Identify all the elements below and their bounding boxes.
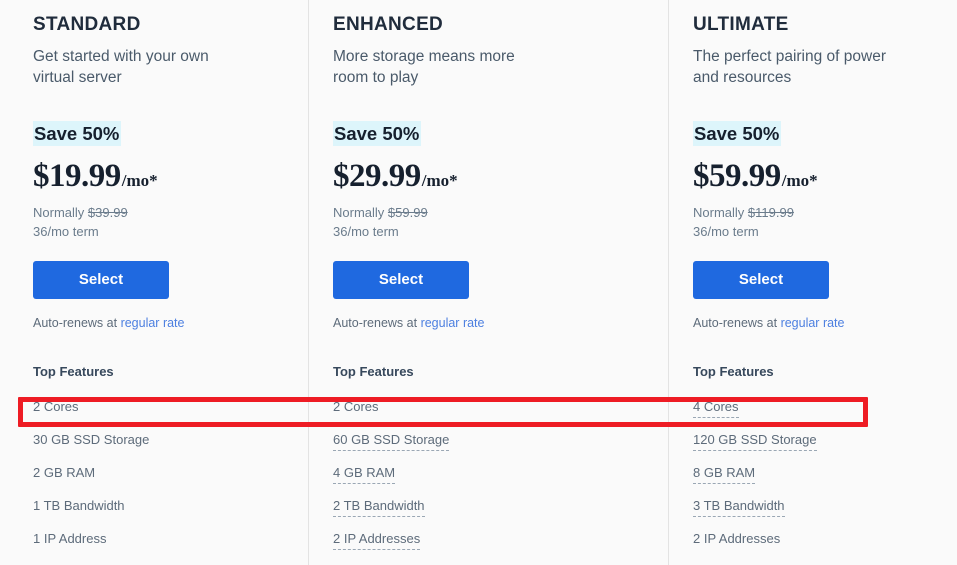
- regular-rate-link[interactable]: regular rate: [781, 316, 845, 330]
- list-item: 2 Cores: [33, 399, 294, 432]
- regular-rate-link[interactable]: regular rate: [121, 316, 185, 330]
- autorenew-note: Auto-renews at regular rate: [33, 315, 294, 332]
- plan-card-enhanced: ENHANCED More storage means more room to…: [308, 0, 668, 565]
- plan-tagline: Get started with your own virtual server: [33, 46, 233, 88]
- normally-label: Normally: [333, 205, 384, 220]
- feature-label[interactable]: 8 GB RAM: [693, 465, 755, 484]
- features-heading: Top Features: [33, 364, 294, 380]
- select-button[interactable]: Select: [33, 261, 169, 299]
- save-badge: Save 50%: [33, 121, 121, 146]
- list-item: 3 TB Bandwidth: [693, 498, 943, 531]
- list-item: 2 Cores: [333, 399, 654, 432]
- price-amount: $29.99: [333, 158, 421, 195]
- normally-price: $59.99: [388, 205, 428, 220]
- plan-tagline: More storage means more room to play: [333, 46, 533, 88]
- normally-label: Normally: [33, 205, 84, 220]
- list-item: 2 IP Addresses: [693, 531, 943, 564]
- price-period: /mo*: [122, 171, 158, 191]
- feature-list: 2 Cores 60 GB SSD Storage 4 GB RAM 2 TB …: [333, 399, 654, 564]
- list-item: 1 TB Bandwidth: [33, 498, 294, 531]
- price-period: /mo*: [422, 171, 458, 191]
- feature-label[interactable]: 4 Cores: [693, 399, 739, 418]
- save-badge-row: Save 50%: [693, 121, 943, 147]
- feature-label: 2 IP Addresses: [693, 531, 780, 547]
- save-badge-row: Save 50%: [333, 121, 654, 147]
- normally-price: $119.99: [748, 205, 794, 220]
- features-heading: Top Features: [333, 364, 654, 380]
- plan-title: STANDARD: [33, 14, 294, 37]
- plan-title: ULTIMATE: [693, 14, 943, 37]
- price-term: 36/mo term: [33, 222, 294, 241]
- plan-title: ENHANCED: [333, 14, 654, 37]
- normally-price: $39.99: [88, 205, 128, 220]
- features-section: Top Features 4 Cores 120 GB SSD Storage …: [693, 364, 943, 564]
- features-heading: Top Features: [693, 364, 943, 380]
- feature-label: 2 Cores: [33, 399, 79, 415]
- pricing-table: STANDARD Get started with your own virtu…: [0, 0, 957, 565]
- price-term: 36/mo term: [693, 222, 943, 241]
- features-section: Top Features 2 Cores 60 GB SSD Storage 4…: [333, 364, 654, 564]
- feature-label: 2 GB RAM: [33, 465, 95, 481]
- plan-card-ultimate: ULTIMATE The perfect pairing of power an…: [668, 0, 957, 565]
- autorenew-note: Auto-renews at regular rate: [333, 315, 654, 332]
- list-item: 2 TB Bandwidth: [333, 498, 654, 531]
- price-period: /mo*: [782, 171, 818, 191]
- feature-list: 2 Cores 30 GB SSD Storage 2 GB RAM 1 TB …: [33, 399, 294, 564]
- feature-label[interactable]: 60 GB SSD Storage: [333, 432, 449, 451]
- list-item: 4 Cores: [693, 399, 943, 432]
- price-term: 36/mo term: [333, 222, 654, 241]
- price-row: $19.99 /mo*: [33, 158, 294, 195]
- feature-label: 1 TB Bandwidth: [33, 498, 125, 514]
- feature-label[interactable]: 2 IP Addresses: [333, 531, 420, 550]
- save-badge: Save 50%: [693, 121, 781, 146]
- list-item: 1 IP Address: [33, 531, 294, 564]
- select-button[interactable]: Select: [333, 261, 469, 299]
- feature-label: 1 IP Address: [33, 531, 106, 547]
- plan-tagline: The perfect pairing of power and resourc…: [693, 46, 903, 88]
- autorenew-prefix: Auto-renews at: [333, 316, 417, 330]
- autorenew-note: Auto-renews at regular rate: [693, 315, 943, 332]
- feature-list: 4 Cores 120 GB SSD Storage 8 GB RAM 3 TB…: [693, 399, 943, 564]
- price-amount: $19.99: [33, 158, 121, 195]
- price-normally: Normally $39.99: [33, 203, 294, 222]
- price-row: $29.99 /mo*: [333, 158, 654, 195]
- list-item: 8 GB RAM: [693, 465, 943, 498]
- price-row: $59.99 /mo*: [693, 158, 943, 195]
- save-badge-row: Save 50%: [33, 121, 294, 147]
- normally-label: Normally: [693, 205, 744, 220]
- plan-card-standard: STANDARD Get started with your own virtu…: [0, 0, 308, 565]
- list-item: 2 GB RAM: [33, 465, 294, 498]
- save-badge: Save 50%: [333, 121, 421, 146]
- price-amount: $59.99: [693, 158, 781, 195]
- feature-label: 30 GB SSD Storage: [33, 432, 149, 448]
- feature-label[interactable]: 4 GB RAM: [333, 465, 395, 484]
- select-button[interactable]: Select: [693, 261, 829, 299]
- list-item: 30 GB SSD Storage: [33, 432, 294, 465]
- list-item: 60 GB SSD Storage: [333, 432, 654, 465]
- feature-label[interactable]: 3 TB Bandwidth: [693, 498, 785, 517]
- price-normally: Normally $59.99: [333, 203, 654, 222]
- feature-label[interactable]: 2 TB Bandwidth: [333, 498, 425, 517]
- price-normally: Normally $119.99: [693, 203, 943, 222]
- features-section: Top Features 2 Cores 30 GB SSD Storage 2…: [33, 364, 294, 564]
- list-item: 2 IP Addresses: [333, 531, 654, 564]
- feature-label[interactable]: 120 GB SSD Storage: [693, 432, 817, 451]
- list-item: 120 GB SSD Storage: [693, 432, 943, 465]
- feature-label: 2 Cores: [333, 399, 379, 415]
- regular-rate-link[interactable]: regular rate: [421, 316, 485, 330]
- autorenew-prefix: Auto-renews at: [693, 316, 777, 330]
- list-item: 4 GB RAM: [333, 465, 654, 498]
- autorenew-prefix: Auto-renews at: [33, 316, 117, 330]
